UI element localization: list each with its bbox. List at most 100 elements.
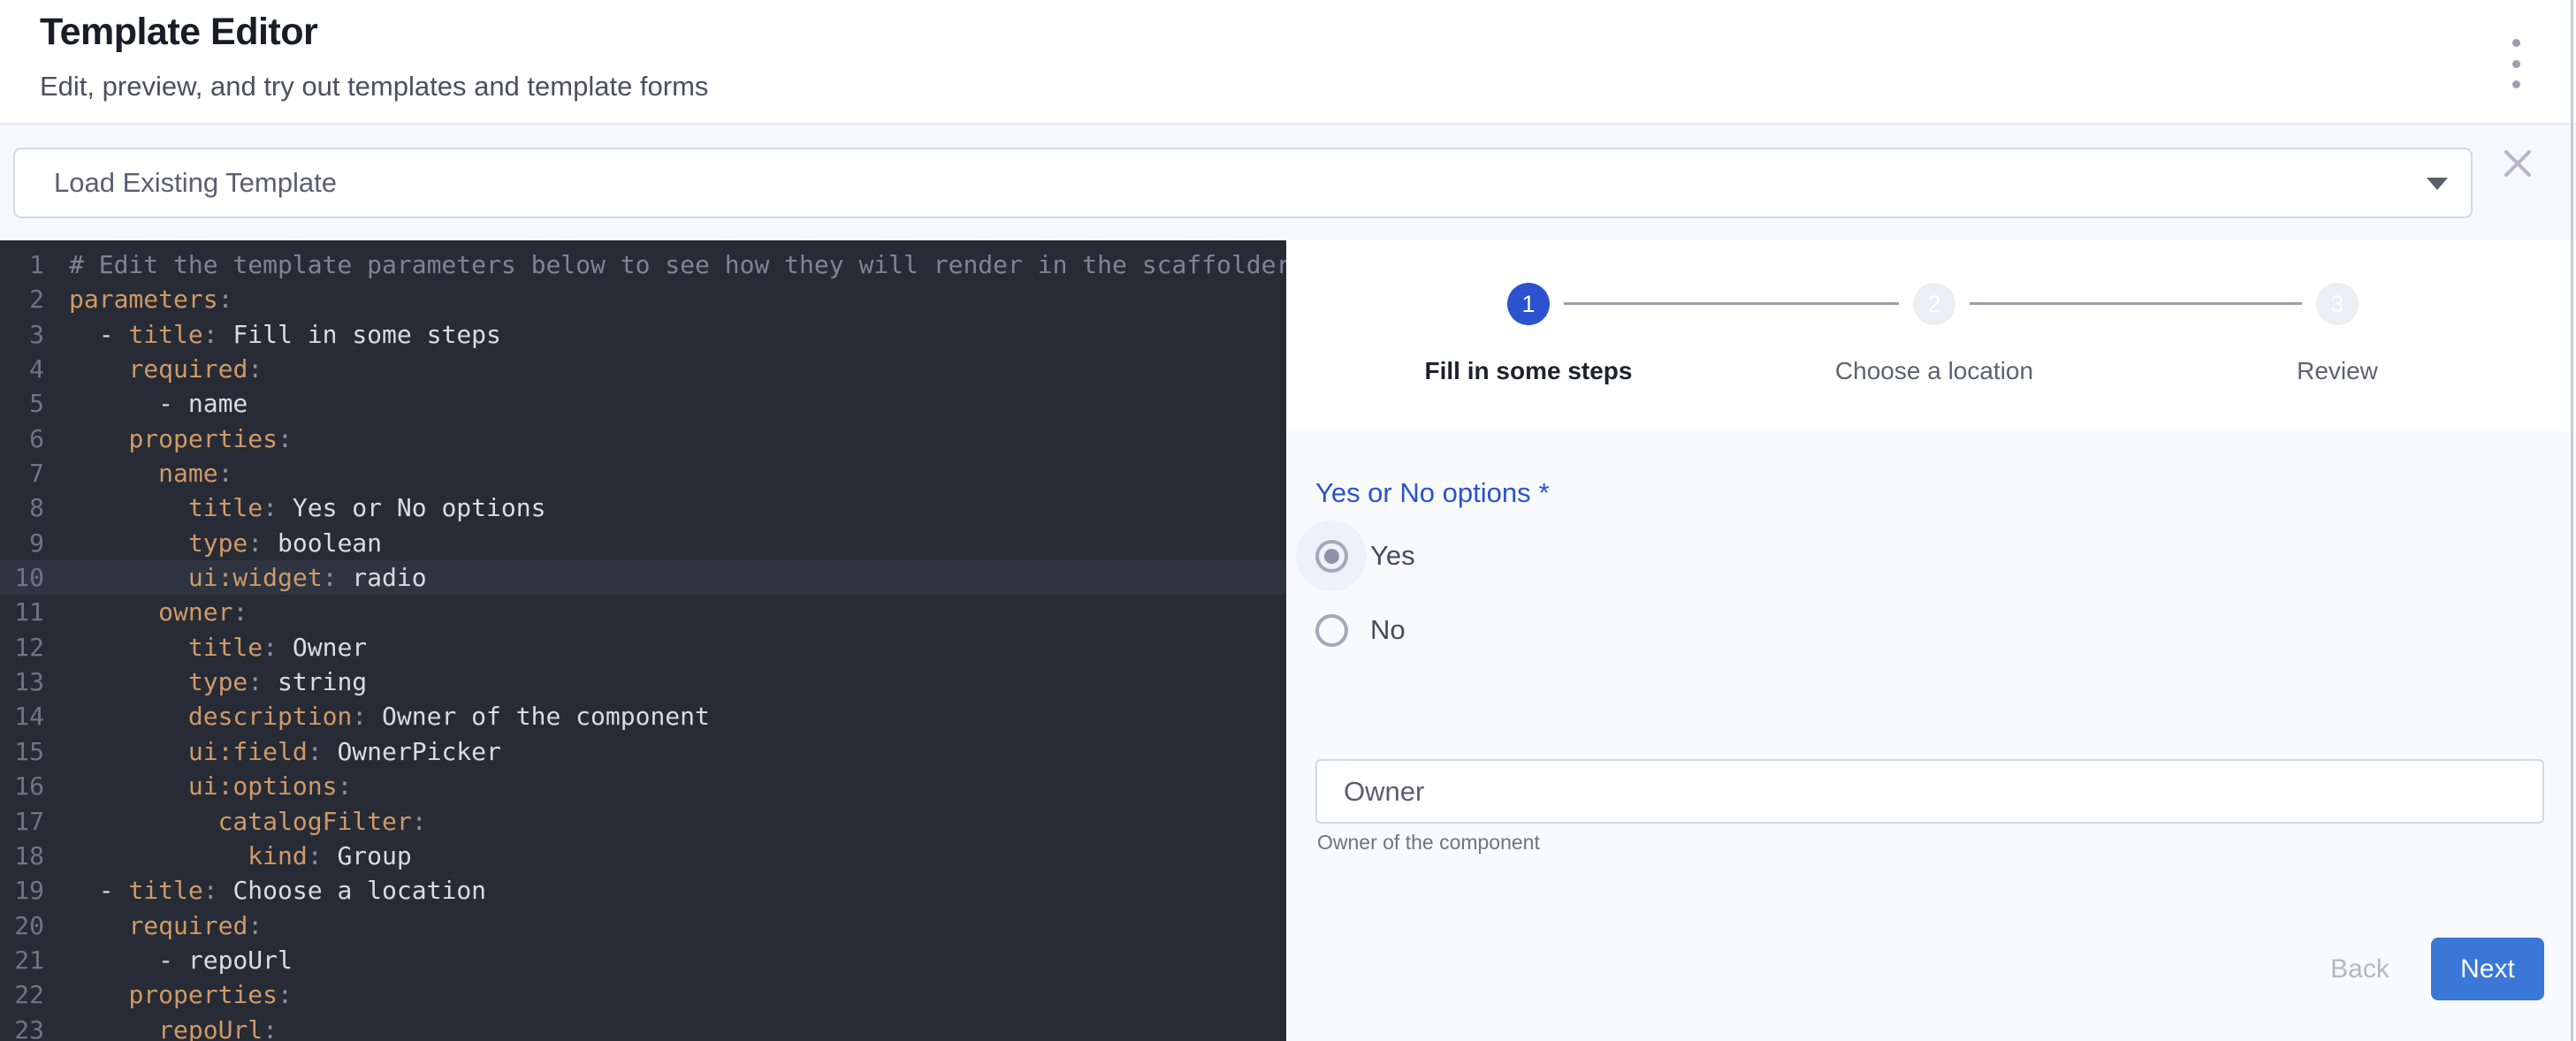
code-text: description: Owner of the component — [69, 699, 710, 733]
radio-button-icon[interactable] — [1315, 614, 1348, 647]
more-options-button[interactable] — [2496, 39, 2535, 88]
load-select-placeholder: Load Existing Template — [54, 149, 337, 217]
step-circle: 1 — [1507, 283, 1550, 325]
code-token — [69, 563, 188, 592]
line-number: 4 — [0, 352, 44, 386]
radio-option-label: No — [1370, 614, 1406, 646]
code-token: # Edit the template parameters below to … — [69, 250, 1286, 279]
code-token: : — [352, 702, 382, 731]
code-token — [69, 1015, 158, 1041]
next-button[interactable]: Next — [2431, 938, 2544, 1000]
code-token — [69, 424, 128, 453]
code-token — [69, 493, 188, 522]
code-token: ui:field — [188, 737, 308, 766]
code-text: ui:options: — [69, 769, 352, 803]
page-subtitle: Edit, preview, and try out templates and… — [40, 71, 708, 103]
code-line: 14 description: Owner of the component — [0, 699, 1286, 733]
required-asterisk: * — [1539, 477, 1550, 508]
code-token: properties — [128, 980, 278, 1009]
form-preview: Yes or No options* YesNo Owner Owner of … — [1286, 431, 2576, 1041]
code-token: : — [232, 597, 248, 627]
code-text: name: — [69, 456, 232, 490]
close-icon[interactable] — [2500, 146, 2535, 181]
chevron-down-icon[interactable] — [2427, 178, 2448, 190]
code-line: 18 kind: Group — [0, 839, 1286, 873]
line-number: 18 — [0, 839, 44, 873]
code-token: boolean — [278, 528, 382, 558]
line-number: 2 — [0, 282, 44, 316]
code-token: ui:widget — [188, 563, 323, 592]
radio-group-label: Yes or No options* — [1315, 477, 1550, 509]
code-token: : — [218, 459, 233, 488]
code-text: # Edit the template parameters below to … — [69, 247, 1286, 282]
line-number: 10 — [0, 560, 44, 595]
code-token — [69, 702, 188, 731]
code-token — [69, 633, 188, 662]
code-line: 21 - repoUrl — [0, 943, 1286, 977]
step-circle: 3 — [2316, 283, 2359, 325]
code-token: : — [203, 876, 233, 905]
code-token: catalogFilter — [218, 807, 412, 836]
code-line: 20 required: — [0, 908, 1286, 943]
code-token — [69, 771, 188, 801]
back-button[interactable]: Back — [2300, 938, 2420, 1000]
code-line: 13 type: string — [0, 665, 1286, 699]
code-line: 4 required: — [0, 352, 1286, 386]
code-text: kind: Group — [69, 839, 412, 873]
code-token: : — [248, 354, 263, 384]
code-token: title — [128, 876, 202, 905]
stepper-connector — [1564, 302, 1899, 305]
template-loader-bar: Load Existing Template — [0, 125, 2576, 240]
code-text: - name — [69, 386, 248, 421]
line-number: 5 — [0, 386, 44, 421]
radio-option-no[interactable]: No — [1296, 595, 1406, 665]
code-token: : — [248, 528, 278, 558]
code-text: - title: Fill in some steps — [69, 317, 501, 352]
code-token — [69, 807, 218, 836]
line-number: 8 — [0, 490, 44, 525]
code-line: 23 repoUrl: — [0, 1013, 1286, 1041]
radio-option-label: Yes — [1370, 540, 1415, 572]
code-line: 9 type: boolean — [0, 526, 1286, 560]
owner-field-placeholder: Owner — [1344, 761, 1424, 822]
code-token: : — [263, 633, 293, 662]
line-number: 23 — [0, 1013, 44, 1041]
code-token: : — [308, 737, 338, 766]
code-line: 10 ui:widget: radio — [0, 560, 1286, 595]
radio-selected-dot — [1324, 549, 1339, 564]
form-preview-panel: 1Fill in some steps2Choose a location3Re… — [1286, 240, 2576, 1041]
code-token: - repoUrl — [69, 946, 293, 975]
code-token: title — [188, 633, 263, 662]
code-token: Group — [337, 841, 411, 870]
code-token: - — [69, 320, 128, 349]
code-text: title: Yes or No options — [69, 490, 545, 525]
code-text: ui:field: OwnerPicker — [69, 734, 501, 769]
code-token: radio — [352, 563, 426, 592]
radio-button-icon[interactable] — [1315, 540, 1348, 573]
code-token: Fill in some steps — [232, 320, 500, 349]
kebab-dot-icon — [2512, 60, 2520, 68]
code-token: type — [188, 667, 248, 696]
load-existing-template-select[interactable]: Load Existing Template — [13, 148, 2473, 218]
step-label: Fill in some steps — [1425, 357, 1633, 385]
code-token — [69, 354, 128, 384]
page-header: Template Editor Edit, preview, and try o… — [0, 0, 2576, 125]
line-number: 13 — [0, 665, 44, 699]
stepper-connector — [1970, 302, 2302, 305]
code-token: : — [203, 320, 233, 349]
code-token: title — [128, 320, 202, 349]
code-token: OwnerPicker — [337, 737, 500, 766]
owner-field[interactable]: Owner — [1315, 759, 2544, 824]
radio-option-yes[interactable]: Yes — [1296, 520, 1415, 591]
line-number: 21 — [0, 943, 44, 977]
line-number: 11 — [0, 595, 44, 629]
code-token — [69, 841, 248, 870]
code-token: string — [278, 667, 367, 696]
code-editor[interactable]: 1# Edit the template parameters below to… — [0, 240, 1286, 1041]
code-token — [69, 911, 128, 940]
code-token: - name — [69, 389, 248, 418]
code-token: required — [128, 911, 248, 940]
code-token: - — [69, 876, 128, 905]
code-text: properties: — [69, 422, 293, 456]
code-token: kind — [248, 841, 307, 870]
